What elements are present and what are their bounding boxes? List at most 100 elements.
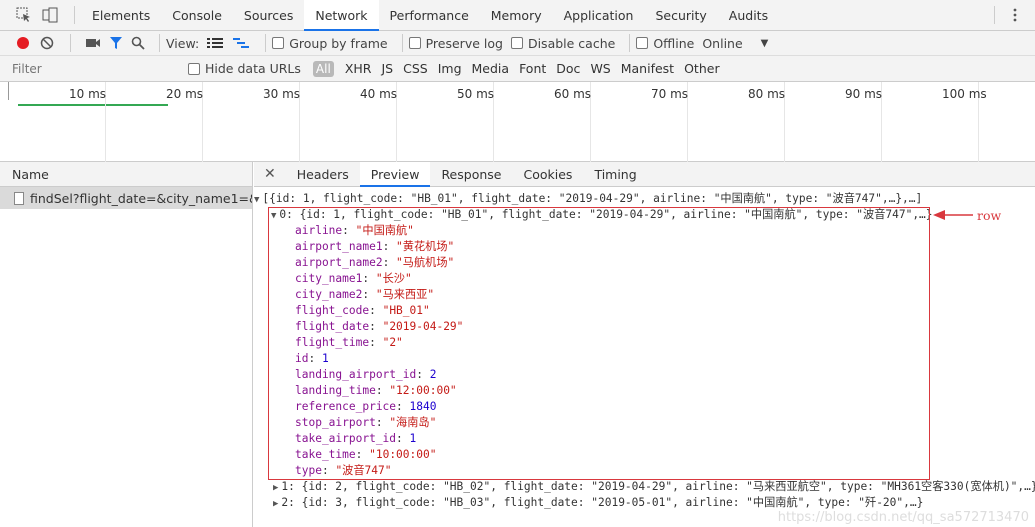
json-field-value: "长沙" [375,272,412,285]
json-field[interactable]: city_name2: "马来西亚" [254,287,1035,303]
json-field-value: 2 [429,368,437,381]
json-item-1[interactable]: ▶ 1: {id: 2, flight_code: "HB_02", flight… [254,479,1035,495]
network-toolbar: View: Group by frame Preserve log Disabl… [0,31,1035,56]
json-field-key: flight_date [295,320,370,333]
divider [265,34,267,52]
json-item-2-text: 2: {id: 3, flight_code: "HB_03", flight_… [281,496,924,509]
json-field[interactable]: flight_code: "HB_01" [254,303,1035,319]
detail-tab-headers[interactable]: Headers [286,162,360,187]
record-icon[interactable] [16,36,30,50]
tab-memory[interactable]: Memory [480,0,553,31]
filter-input[interactable] [8,58,176,79]
filter-type-font[interactable]: Font [514,61,551,76]
json-field[interactable]: airport_name2: "马航机场" [254,255,1035,271]
offline-checkbox[interactable]: Offline [636,36,694,51]
tab-sources[interactable]: Sources [233,0,304,31]
tab-application[interactable]: Application [553,0,645,31]
json-field[interactable]: landing_time: "12:00:00" [254,383,1035,399]
chevron-down-icon: ▼ [760,37,769,49]
detail-tab-response[interactable]: Response [430,162,512,187]
clear-icon[interactable] [40,36,54,50]
tab-console[interactable]: Console [161,0,233,31]
more-options-icon[interactable] [1007,7,1023,23]
json-field-key: flight_time [295,336,370,349]
filter-type-ws[interactable]: WS [585,61,615,76]
json-field-value: "马航机场" [396,256,455,269]
json-item-0[interactable]: ▼ 0: {id: 1, flight_code: "HB_01", flight… [254,207,1035,223]
json-field-value: "马来西亚" [375,288,435,301]
json-field[interactable]: airport_name1: "黄花机场" [254,239,1035,255]
json-field[interactable]: reference_price: 1840 [254,399,1035,415]
triangle-expanded-icon[interactable]: ▼ [254,195,259,205]
throttling-select[interactable]: Online ▼ [702,36,768,51]
json-root-line[interactable]: ▼ [{id: 1, flight_code: "HB_01", flight_d… [254,191,1035,207]
json-field[interactable]: city_name1: "长沙" [254,271,1035,287]
row-annotation-label: row [977,208,1002,223]
json-field[interactable]: airline: "中国南航" [254,223,1035,239]
json-field[interactable]: landing_airport_id: 2 [254,367,1035,383]
tab-security[interactable]: Security [644,0,717,31]
json-field[interactable]: take_time: "10:00:00" [254,447,1035,463]
filter-type-js[interactable]: JS [376,61,398,76]
json-field[interactable]: type: "波音747" [254,463,1035,479]
checkbox-box[interactable] [408,37,421,49]
json-item-0-text: 0: {id: 1, flight_code: "HB_01", flight_… [279,208,933,221]
triangle-expanded-icon[interactable]: ▼ [271,211,276,221]
checkbox-box[interactable] [636,37,649,49]
tab-performance[interactable]: Performance [379,0,480,31]
triangle-collapsed-icon[interactable]: ▶ [273,499,278,509]
divider [401,34,403,52]
filter-type-manifest[interactable]: Manifest [616,61,679,76]
json-field-value: "中国南航" [355,224,414,237]
hide-data-urls-checkbox[interactable]: Hide data URLs [188,61,301,76]
tab-audits[interactable]: Audits [718,0,779,31]
detail-tab-cookies[interactable]: Cookies [512,162,583,187]
offline-label: Offline [653,35,695,51]
json-field-key: landing_airport_id [295,368,417,381]
detail-tab-preview[interactable]: Preview [359,161,431,187]
json-field-key: take_airport_id [295,432,397,445]
json-colon: : [369,320,383,333]
json-field[interactable]: id: 1 [254,351,1035,367]
filter-type-css[interactable]: CSS [398,61,433,76]
inspect-element-icon[interactable] [16,7,32,23]
timeline-overview[interactable]: 10 ms 20 ms 30 ms 40 ms 50 ms 60 ms 70 ms 80 ms… [0,82,1035,162]
filter-type-doc[interactable]: Doc [551,61,585,76]
tab-elements[interactable]: Elements [81,0,161,31]
disable-cache-label: Disable cache [527,35,616,51]
json-field[interactable]: flight_date: "2019-04-29" [254,319,1035,335]
checkbox-box[interactable] [188,62,200,75]
preserve-log-checkbox[interactable]: Preserve log [408,36,503,51]
large-rows-icon[interactable] [207,37,224,49]
json-field[interactable]: take_airport_id: 1 [254,431,1035,447]
capture-screenshots-icon[interactable] [85,36,101,50]
waterfall-overview-icon[interactable] [233,37,250,49]
name-column-header[interactable]: Name [0,162,252,187]
disable-cache-checkbox[interactable]: Disable cache [510,35,616,51]
detail-tab-timing[interactable]: Timing [583,162,647,187]
json-colon: : [382,240,397,253]
json-field-key: flight_code [295,304,370,317]
filter-all-button[interactable]: All [312,60,334,77]
json-item-2[interactable]: ▶ 2: {id: 3, flight_code: "HB_03", flight… [254,495,1035,511]
tab-network[interactable]: Network [304,0,379,31]
request-row[interactable]: findSel?flight_date=&city_name1=&cit... [0,187,252,209]
filter-type-media[interactable]: Media [467,61,515,76]
filter-icon[interactable] [109,36,123,50]
hide-data-urls-label: Hide data URLs [205,61,301,76]
json-field[interactable]: stop_airport: "海南岛" [254,415,1035,431]
json-colon: : [308,352,322,365]
checkbox-box[interactable] [510,37,523,49]
close-icon[interactable]: ✕ [254,166,286,182]
timeline-tick-label: 100 ms [942,87,987,101]
device-toolbar-icon[interactable] [42,7,58,23]
filter-type-img[interactable]: Img [433,61,467,76]
triangle-collapsed-icon[interactable]: ▶ [273,483,278,493]
group-by-frame-checkbox[interactable]: Group by frame [272,36,388,51]
checkbox-box[interactable] [272,37,285,49]
filter-type-xhr[interactable]: XHR [340,61,377,76]
json-field-value: 1 [321,352,329,365]
search-icon[interactable] [131,36,145,50]
filter-type-other[interactable]: Other [679,61,725,76]
json-field[interactable]: flight_time: "2" [254,335,1035,351]
